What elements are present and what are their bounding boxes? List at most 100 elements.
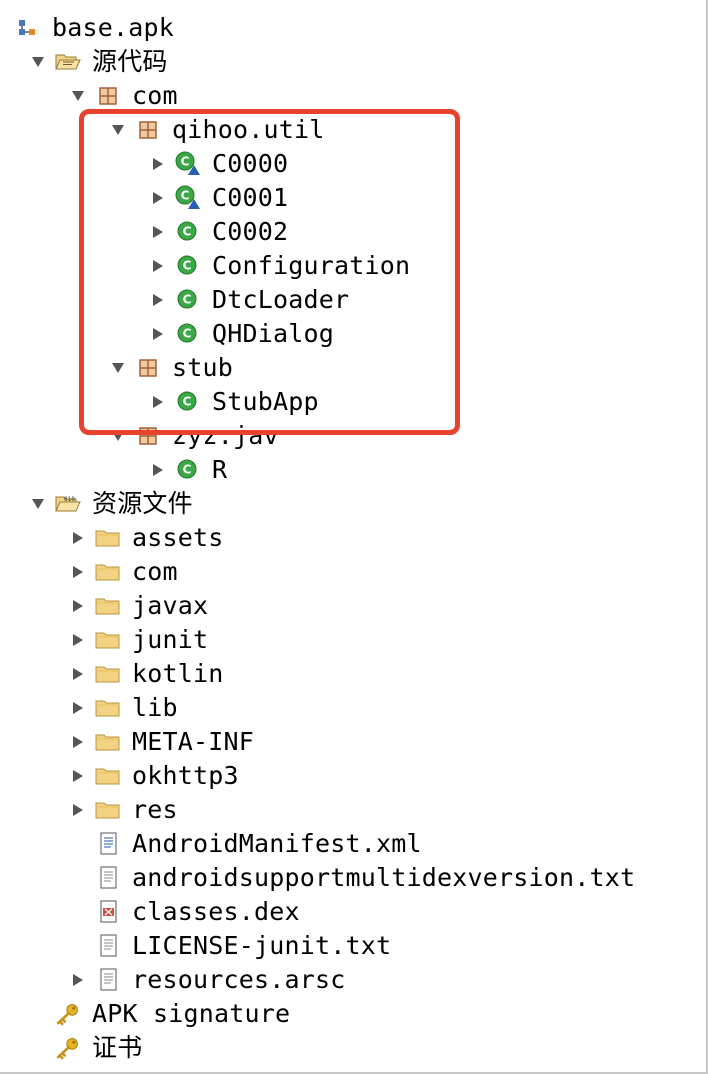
tree-item-kotlin[interactable]: kotlin [0,657,706,691]
tree-item-label: javax [132,591,209,620]
tree-item-assets[interactable]: assets [0,521,706,555]
folder-icon [94,793,122,827]
class-icon: C [174,215,202,249]
collapsed-arrow-icon[interactable] [148,181,168,215]
class-icon: C [174,453,202,487]
tree-item-dex[interactable]: classes.dex [0,895,706,929]
tree-item-meta[interactable]: META-INF [0,725,706,759]
collapsed-arrow-icon[interactable] [148,215,168,249]
tree-item-c0002[interactable]: C C0002 [0,215,706,249]
text-file-icon [94,963,122,997]
tree-item-stub[interactable]: stub [0,351,706,385]
tree-item-manifest[interactable]: AndroidManifest.xml [0,827,706,861]
text-file-icon [94,861,122,895]
tree-item-src[interactable]: 源代码 [0,45,706,79]
dex-file-icon [94,895,122,929]
tree-item-lib[interactable]: lib [0,691,706,725]
tree-item-cert[interactable]: 证书 [0,1031,706,1065]
tree-item-javax[interactable]: javax [0,589,706,623]
tree-item-label: Configuration [212,251,411,280]
tree-item-dtc[interactable]: C DtcLoader [0,283,706,317]
tree-item-label: APK signature [92,999,291,1028]
tree-item-license[interactable]: LICENSE-junit.txt [0,929,706,963]
collapsed-arrow-icon[interactable] [68,555,88,589]
tree-item-label: 源代码 [92,47,168,76]
tree-item-config[interactable]: C Configuration [0,249,706,283]
collapsed-arrow-icon[interactable] [68,657,88,691]
tree-item-label: resources.arsc [132,965,346,994]
collapsed-arrow-icon[interactable] [148,249,168,283]
tree-item-root[interactable]: base.apk [0,11,706,45]
tree-item-res[interactable]: 010 资源文件 [0,487,706,521]
tree-item-label: C0000 [212,149,289,178]
tree-item-multidex[interactable]: androidsupportmultidexversion.txt [0,861,706,895]
tree-item-label: C0002 [212,217,289,246]
tree-item-junit[interactable]: junit [0,623,706,657]
collapsed-arrow-icon[interactable] [68,691,88,725]
tree-item-c0000[interactable]: C C0000 [0,147,706,181]
tree-item-apksig[interactable]: APK signature [0,997,706,1031]
tree-item-label: zyz.jav [172,421,279,450]
collapsed-arrow-icon[interactable] [68,725,88,759]
tree-item-label: stub [172,353,234,382]
expanded-arrow-icon[interactable] [108,113,128,147]
expanded-arrow-icon[interactable] [108,351,128,385]
collapsed-arrow-icon[interactable] [68,759,88,793]
folder-icon [94,759,122,793]
expanded-arrow-icon[interactable] [68,79,88,113]
svg-text:C: C [183,259,192,273]
tree-item-label: assets [132,523,224,552]
collapsed-arrow-icon[interactable] [148,385,168,419]
resource-folder-icon: 010 [54,487,82,521]
tree-item-label: classes.dex [132,897,300,926]
collapsed-arrow-icon[interactable] [148,283,168,317]
file-tree[interactable]: base.apk 源代码 com qihoo.util C C0000 C C0001 C C00… [0,11,706,1065]
class-icon: C [174,317,202,351]
package-icon [94,79,122,113]
collapsed-arrow-icon[interactable] [148,317,168,351]
expanded-arrow-icon[interactable] [108,419,128,453]
tree-item-rcom[interactable]: com [0,555,706,589]
collapsed-arrow-icon[interactable] [68,623,88,657]
collapsed-arrow-icon[interactable] [68,793,88,827]
expanded-arrow-icon[interactable] [28,45,48,79]
class-icon: C [174,385,202,419]
collapsed-arrow-icon[interactable] [68,589,88,623]
tree-item-label: kotlin [132,659,224,688]
collapsed-arrow-icon[interactable] [148,147,168,181]
tree-item-label: 资源文件 [92,489,193,518]
tree-item-label: res [132,795,178,824]
tree-item-qihoo[interactable]: qihoo.util [0,113,706,147]
tree-item-arsc[interactable]: resources.arsc [0,963,706,997]
tree-item-resdir[interactable]: res [0,793,706,827]
tree-item-label: com [132,557,178,586]
folder-icon [94,623,122,657]
tree-item-qhd[interactable]: C QHDialog [0,317,706,351]
collapsed-arrow-icon[interactable] [68,521,88,555]
package-icon [134,419,162,453]
tree-item-com[interactable]: com [0,79,706,113]
tree-item-zyz[interactable]: zyz.jav [0,419,706,453]
package-icon [134,113,162,147]
collapsed-arrow-icon[interactable] [68,963,88,997]
expanded-arrow-icon[interactable] [28,487,48,521]
tree-item-r[interactable]: CR [0,453,706,487]
tree-item-label: AndroidManifest.xml [132,829,422,858]
source-folder-icon [54,45,82,79]
tree-item-label: LICENSE-junit.txt [132,931,392,960]
xml-file-icon [94,827,122,861]
collapsed-arrow-icon[interactable] [148,453,168,487]
key-icon [54,1031,82,1065]
tree-item-label: lib [132,693,178,722]
svg-text:010: 010 [64,496,75,503]
tree-item-okhttp3[interactable]: okhttp3 [0,759,706,793]
svg-text:C: C [181,155,190,169]
class-warning-icon: C [174,147,202,181]
tree-item-c0001[interactable]: C C0001 [0,181,706,215]
folder-icon [94,555,122,589]
package-icon [134,351,162,385]
tree-item-stubapp[interactable]: C StubApp [0,385,706,419]
folder-icon [94,725,122,759]
svg-text:C: C [183,293,192,307]
svg-text:C: C [183,463,192,477]
